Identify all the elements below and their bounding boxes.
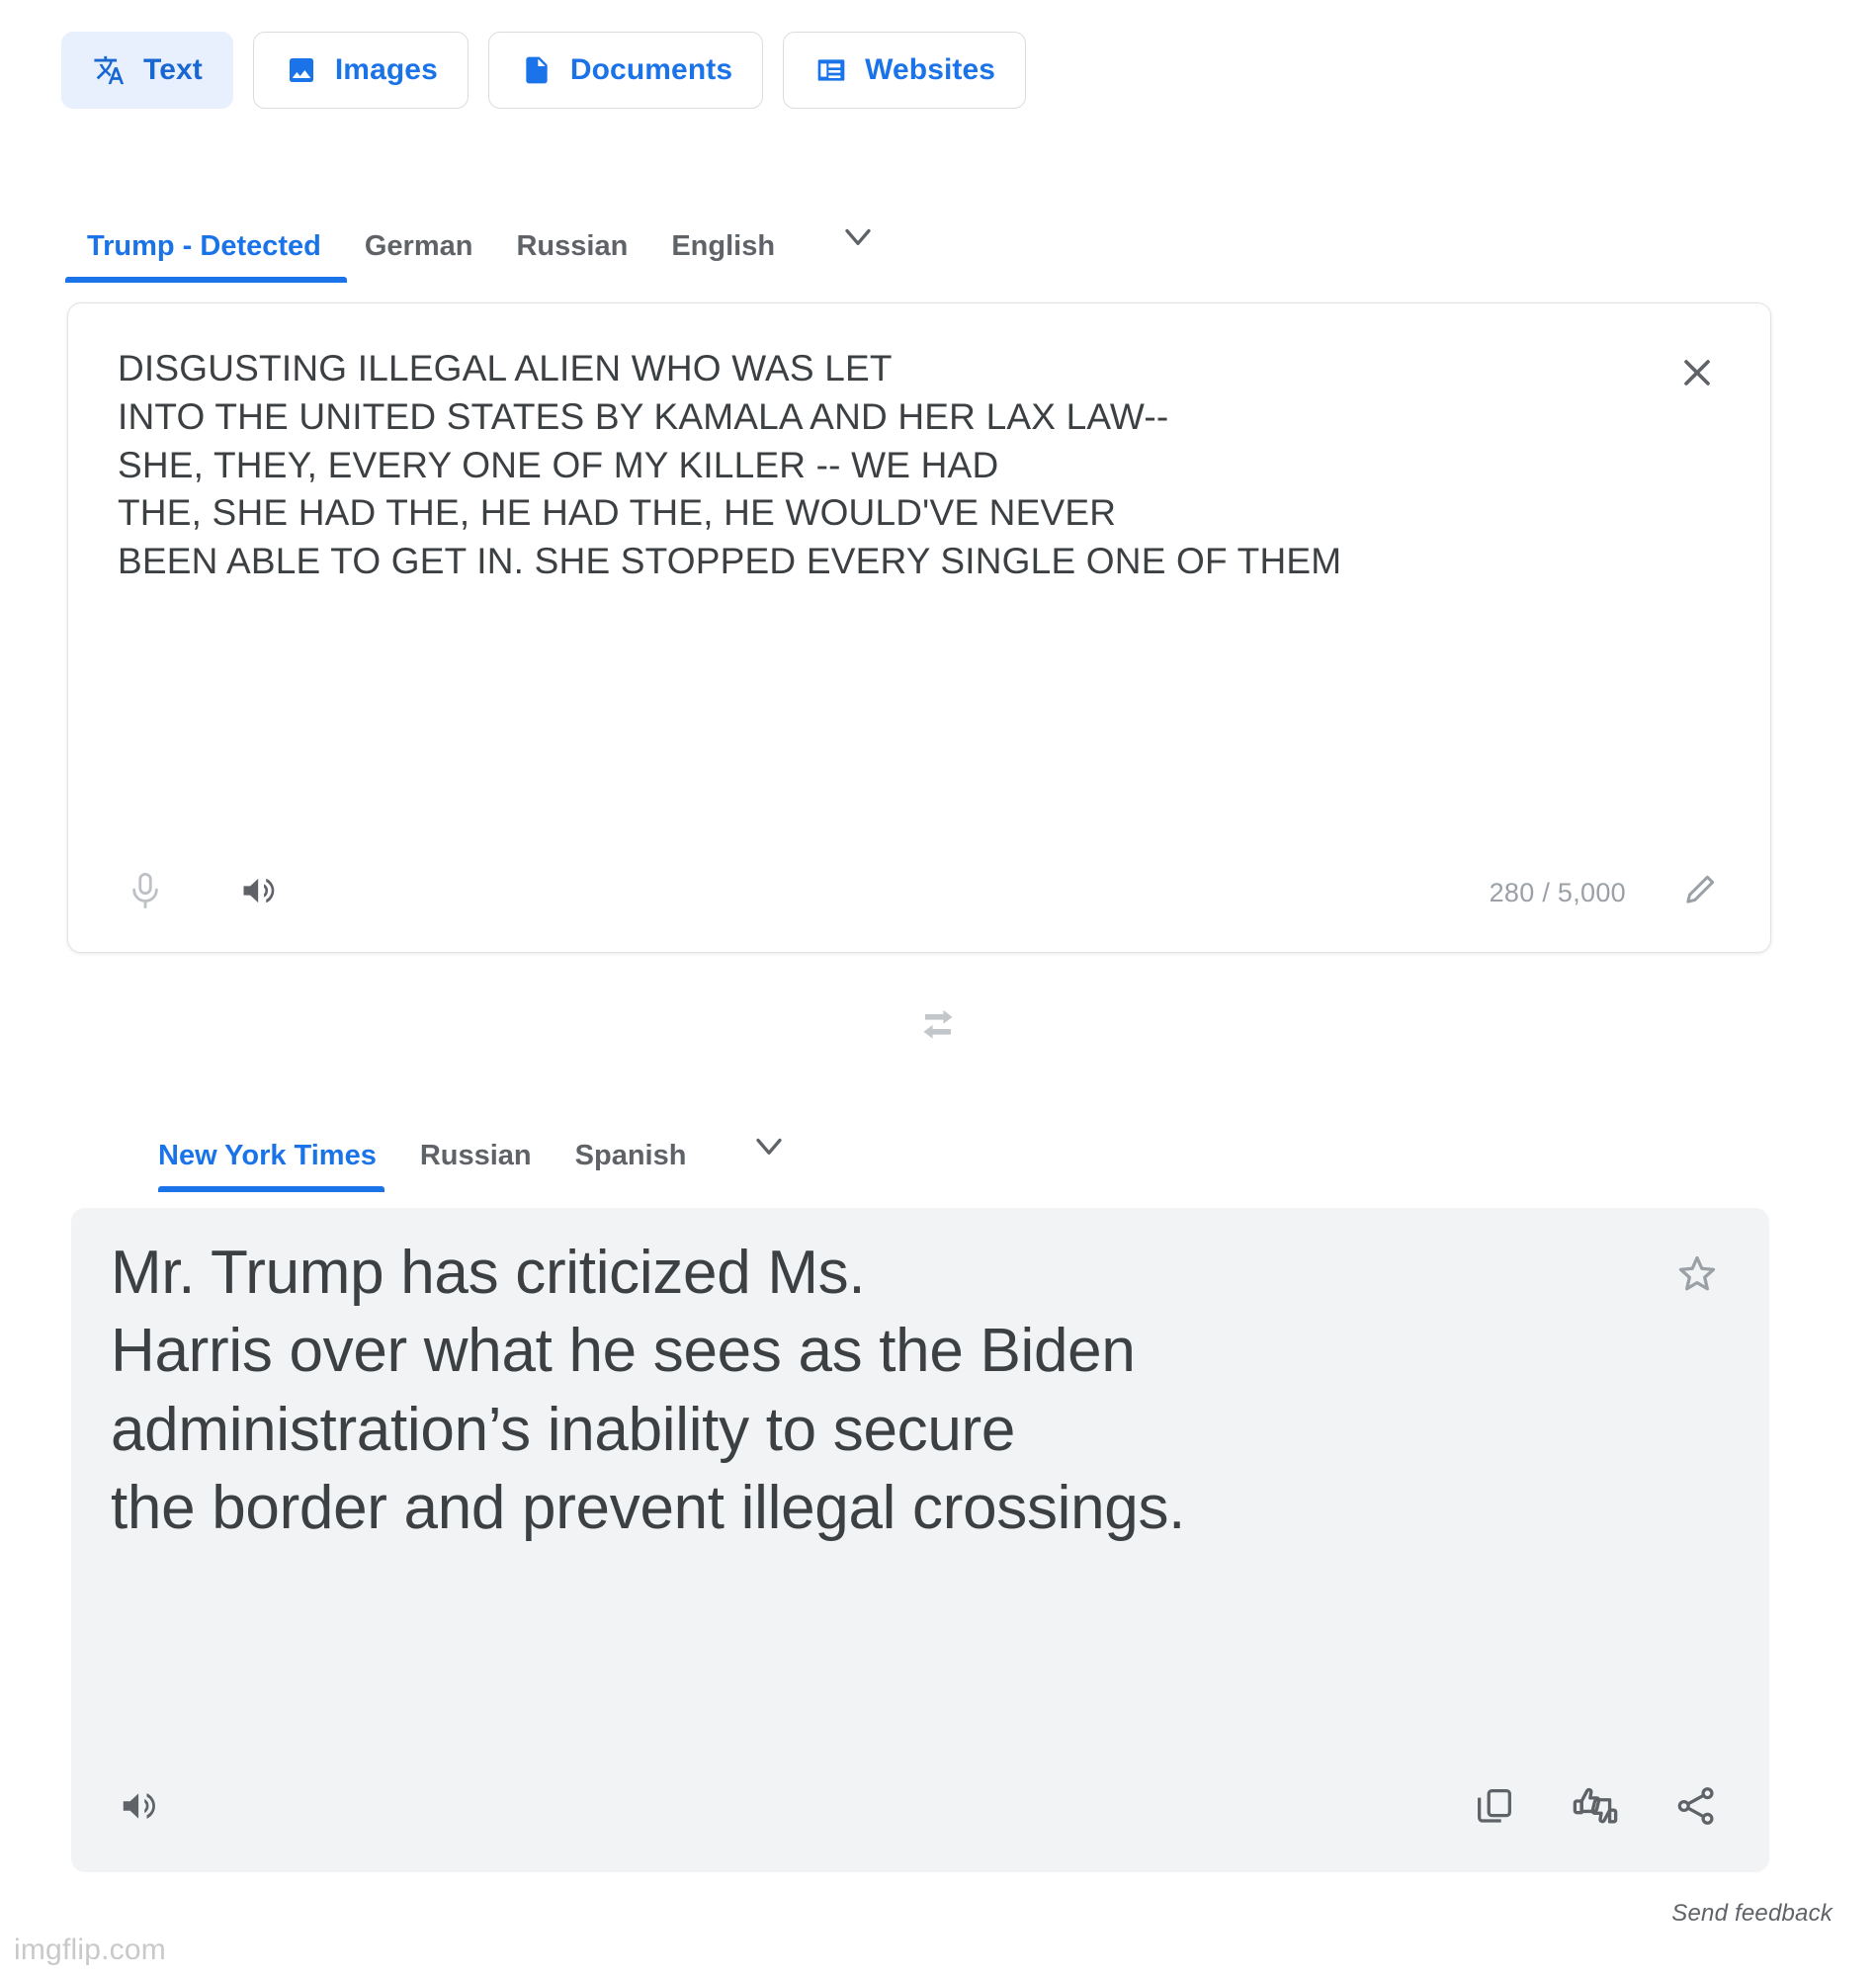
pencil-icon <box>1678 870 1720 916</box>
mode-tab-label: Websites <box>865 53 996 86</box>
source-lang-label: Trump - Detected <box>87 230 321 262</box>
source-lang-tab-detected[interactable]: Trump - Detected <box>65 230 347 283</box>
share-translation-button[interactable] <box>1668 1780 1724 1836</box>
microphone-button[interactable] <box>118 865 173 920</box>
mode-tab-images[interactable]: Images <box>252 32 469 109</box>
source-lang-label: German <box>364 230 473 262</box>
thumbs-up-down-icon <box>1571 1781 1620 1836</box>
source-lang-tab-russian[interactable]: Russian <box>494 232 649 283</box>
microphone-icon <box>125 870 166 916</box>
source-lang-tab-english[interactable]: English <box>649 232 797 283</box>
chevron-down-icon <box>836 215 880 263</box>
source-language-tabs: Trump - Detected German Russian English <box>65 188 909 283</box>
mode-tab-label: Text <box>143 53 203 86</box>
character-counter: 280 / 5,000 <box>1489 877 1626 907</box>
target-language-tabs: New York Times Russian Spanish <box>158 1097 820 1192</box>
website-icon <box>813 52 849 88</box>
google-translate-page: Text Images Documents Websites Trump - D… <box>0 0 1876 1977</box>
speaker-icon <box>118 1783 163 1834</box>
speaker-icon <box>238 869 282 917</box>
translation-footer-left <box>113 1780 168 1836</box>
chevron-down-icon <box>747 1124 791 1172</box>
target-lang-tab-spanish[interactable]: Spanish <box>554 1142 709 1192</box>
mode-tab-bar: Text Images Documents Websites <box>61 32 1027 109</box>
close-icon <box>1675 351 1719 399</box>
source-lang-label: Russian <box>516 230 629 262</box>
share-icon <box>1673 1783 1719 1834</box>
copy-icon <box>1472 1783 1517 1834</box>
swap-languages-button[interactable] <box>910 998 966 1054</box>
swap-languages-row <box>0 998 1876 1054</box>
mode-tab-label: Images <box>334 53 438 86</box>
save-translation-button[interactable] <box>1668 1247 1726 1305</box>
target-more-languages-button[interactable] <box>708 1124 820 1192</box>
target-lang-label: Russian <box>419 1140 532 1171</box>
image-icon <box>284 52 319 88</box>
target-lang-tab-russian[interactable]: Russian <box>398 1142 554 1192</box>
translation-output-text: Mr. Trump has criticized Ms. Harris over… <box>111 1239 1186 1543</box>
swap-arrows-icon <box>912 998 964 1055</box>
edit-button[interactable] <box>1671 865 1727 920</box>
rate-translation-button[interactable] <box>1568 1780 1623 1836</box>
translate-icon <box>92 52 128 88</box>
source-lang-tab-german[interactable]: German <box>343 232 495 283</box>
mode-tab-text[interactable]: Text <box>61 32 233 109</box>
document-icon <box>519 52 554 88</box>
source-card-footer: 280 / 5,000 <box>68 833 1770 952</box>
translation-card-footer <box>71 1744 1769 1872</box>
target-lang-tab-nyt[interactable]: New York Times <box>158 1142 398 1192</box>
source-more-languages-button[interactable] <box>797 215 909 283</box>
source-footer-left <box>118 865 288 920</box>
source-footer-right: 280 / 5,000 <box>1490 865 1727 920</box>
mode-tab-label: Documents <box>569 53 733 86</box>
translation-output-card: Mr. Trump has criticized Ms. Harris over… <box>71 1208 1769 1872</box>
target-lang-label: New York Times <box>158 1140 377 1171</box>
listen-translation-button[interactable] <box>113 1780 168 1836</box>
imgflip-watermark: imgflip.com <box>14 1934 166 1966</box>
copy-translation-button[interactable] <box>1467 1780 1522 1836</box>
translation-footer-right <box>1467 1780 1724 1836</box>
source-lang-label: English <box>671 230 776 262</box>
source-text-card: DISGUSTING ILLEGAL ALIEN WHO WAS LET INT… <box>67 302 1771 953</box>
listen-source-button[interactable] <box>232 865 288 920</box>
mode-tab-documents[interactable]: Documents <box>487 32 764 109</box>
clear-source-button[interactable] <box>1669 347 1725 402</box>
mode-tab-websites[interactable]: Websites <box>783 32 1027 109</box>
target-lang-label: Spanish <box>574 1140 687 1171</box>
source-text-input[interactable]: DISGUSTING ILLEGAL ALIEN WHO WAS LET INT… <box>118 345 1652 586</box>
send-feedback-link[interactable]: Send feedback <box>1671 1900 1833 1928</box>
star-outline-icon <box>1674 1251 1720 1302</box>
